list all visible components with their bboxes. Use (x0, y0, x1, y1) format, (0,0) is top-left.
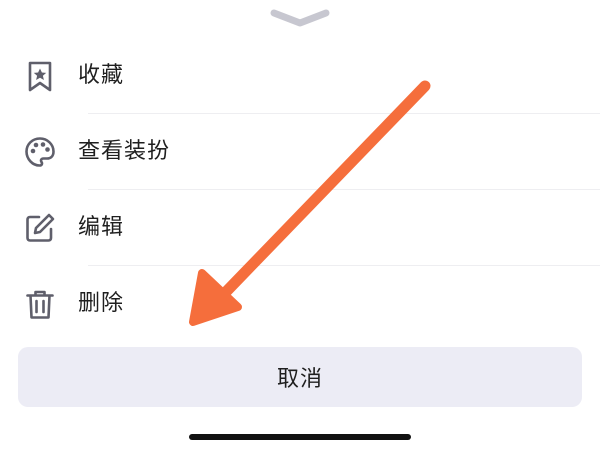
cancel-button[interactable]: 取消 (18, 347, 582, 407)
home-indicator[interactable] (189, 434, 411, 440)
chevron-down-icon (270, 9, 330, 27)
menu-item-outfit[interactable]: 查看装扮 (0, 114, 600, 190)
menu-item-label: 查看装扮 (78, 139, 171, 164)
menu-item-delete[interactable]: 删除 (0, 266, 600, 342)
menu-item-favorite[interactable]: 收藏 (0, 38, 600, 114)
edit-icon (22, 210, 58, 246)
menu-item-label: 删除 (78, 291, 125, 316)
trash-icon (22, 286, 58, 322)
menu-item-edit[interactable]: 编辑 (0, 190, 600, 266)
action-sheet: 收藏 查看装扮 编辑 删除 取消 (0, 0, 600, 450)
palette-icon (22, 134, 58, 170)
sheet-handle[interactable] (268, 4, 332, 28)
action-menu: 收藏 查看装扮 编辑 删除 (0, 38, 600, 342)
menu-item-label: 收藏 (78, 63, 125, 88)
bookmark-star-icon (22, 58, 58, 94)
menu-item-label: 编辑 (78, 215, 125, 240)
cancel-button-label: 取消 (276, 367, 323, 392)
